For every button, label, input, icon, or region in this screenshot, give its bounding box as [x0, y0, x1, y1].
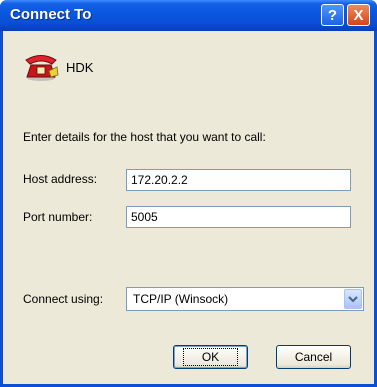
- host-address-input[interactable]: [126, 169, 351, 191]
- chevron-down-icon: [348, 296, 358, 303]
- host-address-label: Host address:: [23, 172, 98, 186]
- window-title: Connect To: [10, 6, 92, 23]
- port-number-input[interactable]: [126, 206, 351, 228]
- close-icon: X: [353, 6, 364, 24]
- telephone-icon: [25, 55, 59, 81]
- connection-name: HDK: [66, 60, 94, 75]
- cancel-button-label: Cancel: [294, 350, 333, 364]
- instructions-text: Enter details for the host that you want…: [23, 130, 266, 144]
- cancel-button[interactable]: Cancel: [276, 345, 351, 369]
- help-button[interactable]: ?: [321, 4, 344, 26]
- help-icon: ?: [327, 6, 338, 24]
- port-number-label: Port number:: [23, 210, 93, 224]
- connect-using-select[interactable]: TCP/IP (Winsock): [126, 287, 364, 311]
- close-button[interactable]: X: [347, 4, 370, 26]
- title-bar[interactable]: Connect To ? X: [0, 0, 377, 31]
- connect-to-dialog: Connect To ? X HDK Enter details for the…: [0, 0, 377, 387]
- dropdown-button[interactable]: [344, 289, 362, 309]
- connect-using-label: Connect using:: [23, 292, 104, 306]
- ok-button-label: OK: [182, 348, 239, 366]
- connect-using-value: TCP/IP (Winsock): [133, 292, 229, 306]
- ok-button[interactable]: OK: [173, 345, 248, 369]
